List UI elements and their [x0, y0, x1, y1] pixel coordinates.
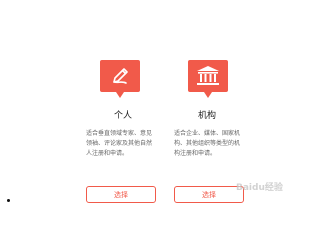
select-personal-button[interactable]: 选择 [86, 186, 156, 203]
card-title: 机构 [198, 111, 217, 121]
description-line: 人注册和申请。 [86, 150, 129, 157]
pen-icon [100, 60, 140, 98]
description-line: 领袖、评论家及其他自然 [86, 140, 153, 147]
bank-icon [188, 60, 228, 98]
card-description: 适合垂直领域专家、意见 领袖、评论家及其他自然 人注册和申请。 [86, 129, 166, 159]
card-description: 适合企业、媒体、国家机 构、其他组织等类型的机 构注册和申请。 [174, 129, 258, 159]
bullet-dot [7, 199, 10, 202]
watermark: Baidu经验 [236, 183, 283, 193]
description-line: 构注册和申请。 [174, 150, 217, 157]
description-line: 适合企业、媒体、国家机 [174, 130, 241, 137]
card-organization: 机构 适合企业、媒体、国家机 构、其他组织等类型的机 构注册和申请。 选择 [168, 0, 264, 208]
description-line: 适合垂直领域专家、意见 [86, 130, 153, 137]
description-line: 构、其他组织等类型的机 [174, 140, 241, 147]
card-personal: 个人 适合垂直领域专家、意见 领袖、评论家及其他自然 人注册和申请。 选择 [72, 0, 168, 208]
card-title: 个人 [114, 111, 133, 121]
select-organization-button[interactable]: 选择 [174, 186, 244, 203]
